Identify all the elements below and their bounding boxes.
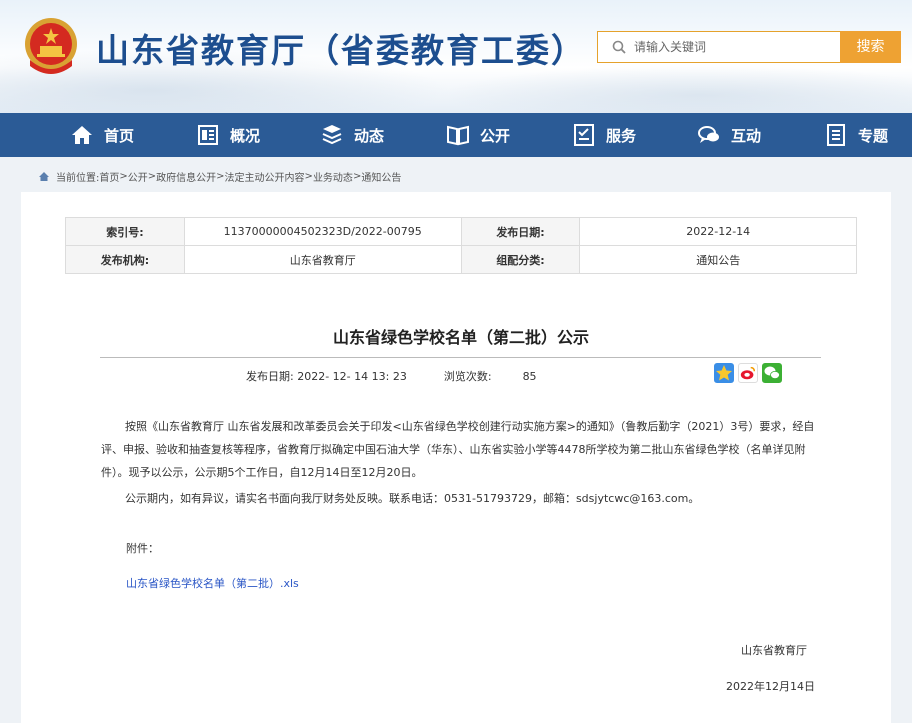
weibo-share-icon[interactable]	[738, 363, 758, 383]
news-icon	[322, 125, 342, 145]
breadcrumb: 当前位置: 首页 > 公开 > 政府信息公开 > 法定主动公开内容 > 业务动态…	[38, 169, 401, 184]
pub-label: 发布日期:	[246, 370, 294, 383]
nav-item-label: 动态	[354, 126, 385, 145]
publish-info: 发布日期: 2022- 12- 14 13: 23 浏览次数: 85	[246, 368, 537, 384]
service-icon	[574, 124, 594, 146]
location-home-icon	[39, 172, 49, 181]
share-bar	[714, 363, 782, 383]
breadcrumb-prefix: 当前位置:	[56, 173, 100, 184]
title-divider	[100, 357, 821, 358]
nav-item-label: 专题	[858, 126, 889, 145]
chat-icon	[698, 126, 719, 143]
index-label: 索引号:	[65, 217, 185, 246]
breadcrumb-item-home[interactable]: 首页	[99, 169, 119, 184]
breadcrumb-item-business[interactable]: 业务动态	[313, 169, 353, 184]
signature-date: 2022年12月14日	[726, 680, 815, 693]
nav-item-topic[interactable]: 专题	[824, 113, 888, 157]
nav-item-label: 概况	[230, 126, 261, 145]
index-value: 11370000004502323D/2022-00795	[183, 217, 462, 246]
attachment-link[interactable]: 山东省绿色学校名单（第二批）.xls	[126, 575, 299, 591]
nav-item-news[interactable]: 动态	[320, 113, 384, 157]
main-nav: 首页 概况 动态 公开 服务 互动 专题	[0, 113, 912, 157]
category-value: 通知公告	[579, 245, 857, 274]
views-count: 85	[522, 370, 537, 383]
wechat-share-icon[interactable]	[762, 363, 782, 383]
table-row: 索引号: 11370000004502323D/2022-00795 发布日期:…	[65, 217, 857, 246]
table-row: 发布机构: 山东省教育厅 组配分类: 通知公告	[65, 245, 857, 274]
breadcrumb-item-public[interactable]: 公开	[128, 169, 148, 184]
breadcrumb-item-gov-info[interactable]: 政府信息公开	[156, 169, 216, 184]
article-title: 山东省绿色学校名单（第二批）公示	[332, 328, 589, 347]
search-button[interactable]: 搜索	[840, 31, 901, 63]
national-emblem-icon	[25, 18, 77, 74]
breadcrumb-separator: >	[147, 171, 157, 182]
breadcrumb-separator: >	[216, 171, 225, 182]
topic-icon	[827, 124, 845, 146]
overview-icon	[198, 125, 218, 145]
pubdate-label: 发布日期:	[460, 217, 581, 246]
breadcrumb-separator: >	[304, 171, 313, 182]
site-header: 山东省教育厅（省委教育工委） 搜索	[0, 0, 912, 113]
pubdate-value: 2022-12-14	[579, 217, 857, 246]
pub-datetime: 2022- 12- 14 13: 23	[297, 370, 407, 383]
nav-item-label: 公开	[480, 126, 511, 145]
search-box	[597, 31, 840, 63]
nav-item-public[interactable]: 公开	[446, 113, 510, 157]
home-icon	[72, 126, 92, 144]
search-icon	[612, 40, 626, 54]
nav-item-home[interactable]: 首页	[70, 113, 134, 157]
body-paragraph-1: 按照《山东省教育厅 山东省发展和改革委员会关于印发<山东省绿色学校创建行动实施方…	[101, 420, 815, 479]
site-title: 山东省教育厅（省委教育工委）	[96, 31, 586, 70]
nav-item-label: 首页	[104, 126, 135, 145]
meta-table: 索引号: 11370000004502323D/2022-00795 发布日期:…	[65, 217, 857, 274]
search-input[interactable]	[634, 32, 834, 62]
nav-item-interact[interactable]: 互动	[697, 113, 761, 157]
org-label: 发布机构:	[65, 245, 185, 274]
breadcrumb-separator: >	[352, 171, 362, 182]
weibo-icon	[740, 366, 756, 380]
book-icon	[447, 125, 469, 146]
breadcrumb-separator: >	[119, 171, 128, 182]
nav-item-service[interactable]: 服务	[572, 113, 636, 157]
star-icon	[716, 365, 732, 381]
breadcrumb-item-statutory[interactable]: 法定主动公开内容	[225, 169, 305, 184]
wechat-icon	[764, 366, 780, 379]
signature-org: 山东省教育厅	[741, 644, 807, 657]
breadcrumb-item-notice[interactable]: 通知公告	[361, 169, 401, 184]
nav-item-label: 互动	[731, 126, 762, 145]
nav-item-overview[interactable]: 概况	[196, 113, 260, 157]
views-label: 浏览次数:	[443, 370, 492, 383]
category-label: 组配分类:	[460, 245, 581, 274]
org-value: 山东省教育厅	[183, 245, 462, 274]
body-paragraph-2: 公示期内，如有异议，请实名书面向我厅财务处反映。联系电话：0531-517937…	[125, 492, 700, 505]
qzone-share-icon[interactable]	[714, 363, 734, 383]
nav-item-label: 服务	[606, 126, 637, 145]
content-panel: 索引号: 11370000004502323D/2022-00795 发布日期:…	[21, 192, 891, 723]
attachment-label: 附件：	[126, 542, 159, 555]
